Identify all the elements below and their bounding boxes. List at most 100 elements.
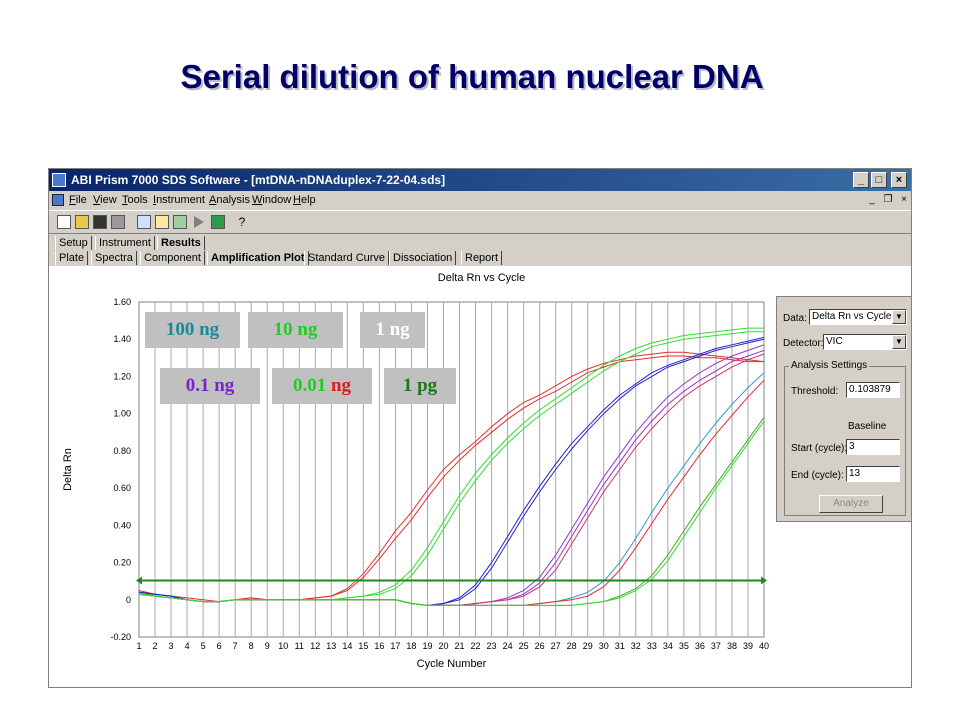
toolbar: ? (49, 210, 911, 234)
x-tick-label: 35 (679, 641, 689, 651)
y-tick-label: 0.20 (113, 558, 131, 568)
window-titlebar[interactable]: ABI Prism 7000 SDS Software - [mtDNA-nDN… (49, 169, 911, 191)
tab-results[interactable]: Results (157, 236, 205, 250)
mdi-minimize-button[interactable]: _ (865, 194, 879, 207)
y-tick-label: 0.40 (113, 520, 131, 530)
x-tick-label: 39 (743, 641, 753, 651)
detector-dropdown[interactable]: VIC ▼ (823, 334, 907, 350)
end-cycle-input[interactable]: 13 (846, 466, 900, 482)
y-tick-label: 1.00 (113, 409, 131, 419)
tab-dissociation[interactable]: Dissociation (389, 251, 457, 265)
x-tick-label: 25 (519, 641, 529, 651)
tab-standard-curve[interactable]: Standard Curve (304, 251, 390, 265)
menu-bar: File View Tools Instrument Analysis Wind… (49, 191, 911, 210)
app-window: ABI Prism 7000 SDS Software - [mtDNA-nDN… (48, 168, 912, 688)
mdi-close-button[interactable]: × (897, 194, 911, 207)
x-tick-label: 38 (727, 641, 737, 651)
mdi-restore-button[interactable]: ❐ (881, 194, 895, 207)
x-tick-label: 18 (406, 641, 416, 651)
tab-setup[interactable]: Setup (55, 236, 92, 250)
open-icon[interactable] (75, 215, 89, 229)
dilution-label-1pg: 1 pg (384, 368, 456, 404)
x-tick-label: 11 (295, 641, 304, 651)
x-tick-label: 13 (326, 641, 336, 651)
play-icon[interactable] (193, 216, 205, 228)
x-tick-label: 5 (201, 641, 206, 651)
tab-instrument[interactable]: Instrument (95, 236, 155, 250)
help-icon[interactable]: ? (235, 215, 249, 229)
y-tick-label: 0 (126, 595, 131, 605)
x-tick-label: 37 (711, 641, 721, 651)
y-tick-label: -0.20 (110, 632, 131, 642)
sheet-icon[interactable] (173, 215, 187, 229)
close-button[interactable]: × (891, 172, 907, 188)
analysis-settings-title: Analysis Settings (789, 360, 870, 371)
x-tick-label: 15 (358, 641, 368, 651)
x-tick-label: 4 (185, 641, 190, 651)
x-tick-label: 6 (217, 641, 222, 651)
y-axis-title: Delta Rn (62, 448, 74, 491)
menu-instrument[interactable]: Instrument (153, 194, 205, 206)
analyze-button[interactable]: Analyze (819, 495, 883, 513)
menu-window[interactable]: Window (252, 194, 291, 206)
edit-icon[interactable] (155, 215, 169, 229)
x-tick-label: 31 (615, 641, 625, 651)
print-icon[interactable] (111, 215, 125, 229)
document-icon[interactable] (52, 194, 64, 206)
data-dropdown[interactable]: Delta Rn vs Cycle ▼ (809, 309, 907, 325)
menu-tools[interactable]: Tools (122, 194, 148, 206)
tab-spectra[interactable]: Spectra (91, 251, 137, 265)
menu-help[interactable]: Help (293, 194, 316, 206)
x-tick-label: 23 (487, 641, 497, 651)
dilution-label-10ng: 10 ng (248, 312, 343, 348)
x-tick-label: 29 (583, 641, 593, 651)
menu-view[interactable]: View (93, 194, 117, 206)
x-tick-label: 19 (422, 641, 432, 651)
y-tick-label: 1.20 (113, 371, 131, 381)
x-tick-label: 26 (535, 641, 545, 651)
threshold-input[interactable]: 0.103879 (846, 382, 900, 398)
x-tick-label: 9 (265, 641, 270, 651)
dilution-label-text: 1 pg (402, 375, 438, 396)
x-tick-label: 32 (631, 641, 641, 651)
start-cycle-input[interactable]: 3 (846, 439, 900, 455)
x-tick-label: 17 (390, 641, 400, 651)
tab-plate[interactable]: Plate (55, 251, 89, 265)
y-tick-label: 1.40 (113, 334, 131, 344)
x-tick-label: 2 (153, 641, 158, 651)
x-tick-label: 40 (759, 641, 769, 651)
data-dropdown-value: Delta Rn vs Cycle (812, 311, 892, 322)
minimize-button[interactable]: _ (853, 172, 869, 188)
new-icon[interactable] (57, 215, 71, 229)
menu-analysis[interactable]: Analysis (209, 194, 250, 206)
sub-tab-strip: Plate Spectra Component Amplification Pl… (49, 251, 911, 266)
x-tick-label: 28 (567, 641, 577, 651)
maximize-button[interactable]: □ (871, 172, 887, 188)
threshold-label: Threshold: (791, 386, 839, 397)
menu-file[interactable]: File (69, 194, 87, 206)
detector-label: Detector: (783, 338, 824, 349)
dilution-label-text: 100 ng (165, 319, 220, 340)
slide-title: Serial dilution of human nuclear DNA (180, 58, 764, 95)
x-axis-title: Cycle Number (417, 658, 487, 670)
x-tick-label: 22 (471, 641, 481, 651)
save-icon[interactable] (93, 215, 107, 229)
x-tick-label: 8 (249, 641, 254, 651)
tab-amplification-plot[interactable]: Amplification Plot (207, 251, 309, 265)
zoom-icon[interactable] (137, 215, 151, 229)
x-tick-label: 34 (663, 641, 673, 651)
dilution-label-text: 0.1 ng (185, 375, 235, 396)
app-icon (52, 173, 66, 187)
dilution-label-0-1ng: 0.1 ng (160, 368, 260, 404)
x-tick-label: 7 (233, 641, 238, 651)
tab-component[interactable]: Component (140, 251, 205, 265)
chevron-down-icon[interactable]: ▼ (892, 335, 906, 349)
tab-report[interactable]: Report (461, 251, 503, 265)
data-label: Data: (783, 313, 807, 324)
top-tab-strip: Setup Instrument Results (49, 236, 911, 251)
baseline-label: Baseline (848, 421, 887, 432)
chevron-down-icon[interactable]: ▼ (892, 310, 906, 324)
x-tick-label: 20 (438, 641, 448, 651)
dilution-label-text: 0.01 (292, 375, 331, 396)
run-icon[interactable] (211, 215, 225, 229)
